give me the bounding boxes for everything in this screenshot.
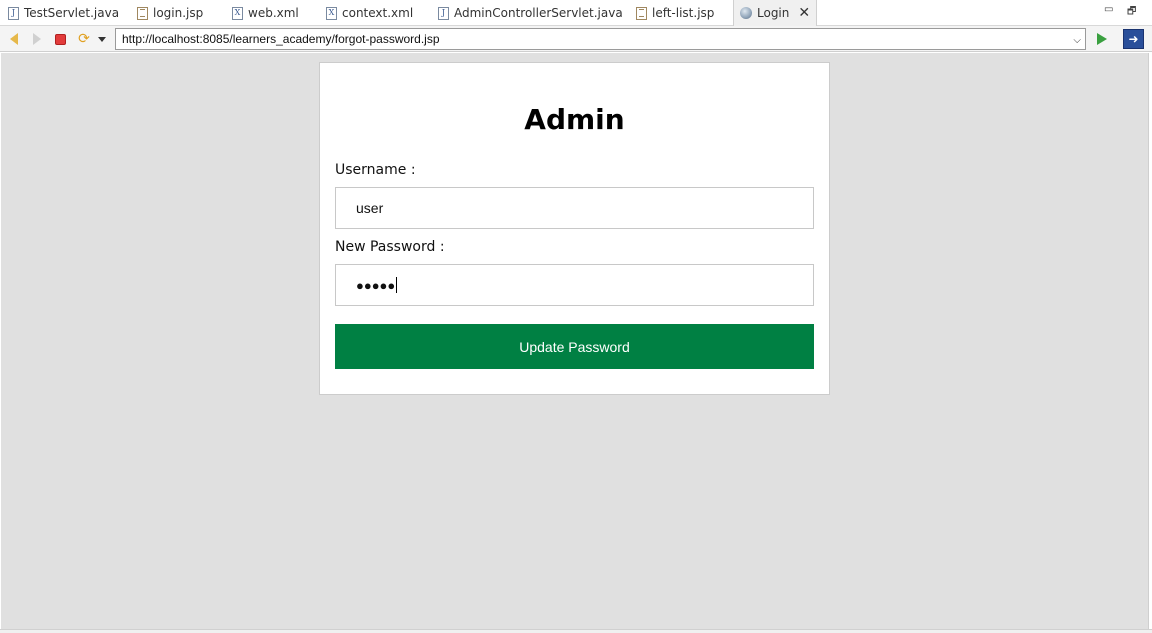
url-text: http://localhost:8085/learners_academy/f…	[122, 32, 440, 46]
tab-label: TestServlet.java	[24, 6, 120, 20]
text-cursor	[396, 277, 398, 293]
open-external-browser-button[interactable]: ➜	[1123, 29, 1144, 49]
java-file-icon: J	[438, 6, 449, 20]
update-password-button[interactable]: Update Password	[335, 324, 814, 369]
tab-login-browser[interactable]: Login ✕	[733, 0, 818, 26]
page-title: Admin	[524, 103, 625, 136]
new-password-input[interactable]: ●●●●●	[335, 264, 814, 306]
status-strip	[0, 629, 1152, 633]
tab-web-xml[interactable]: X web.xml	[232, 0, 299, 26]
back-arrow-icon	[10, 33, 18, 45]
tab-label: AdminControllerServlet.java	[454, 6, 623, 20]
tab-testservlet-java[interactable]: J TestServlet.java	[8, 0, 119, 26]
java-file-icon: J	[8, 6, 19, 20]
back-button[interactable]	[5, 30, 23, 48]
tab-label: left-list.jsp	[652, 6, 715, 20]
forgot-password-card: Admin Username : user New Password : ●●●…	[319, 62, 830, 395]
password-value: ●●●●●	[356, 277, 396, 293]
refresh-icon: ⟳	[78, 31, 90, 47]
jsp-file-icon	[636, 6, 647, 20]
chevron-down-icon	[98, 36, 106, 42]
url-history-dropdown-icon[interactable]: ⌵	[1073, 34, 1081, 48]
play-icon	[1097, 33, 1107, 45]
tab-left-list-jsp[interactable]: left-list.jsp	[636, 0, 714, 26]
username-input[interactable]: user	[335, 187, 814, 229]
new-password-label: New Password :	[335, 239, 445, 255]
refresh-button[interactable]: ⟳	[75, 30, 93, 48]
restore-icon[interactable]: 🗗	[1127, 4, 1136, 21]
minimize-icon[interactable]: ▭	[1104, 4, 1113, 15]
browser-toolbar: ⟳ http://localhost:8085/learners_academy…	[0, 26, 1152, 52]
refresh-dropdown-button[interactable]	[93, 30, 111, 48]
tab-context-xml[interactable]: X context.xml	[326, 0, 413, 26]
close-tab-icon[interactable]: ✕	[798, 6, 810, 20]
tab-label: Login	[757, 6, 790, 20]
tab-admincontrollerservlet-java[interactable]: J AdminControllerServlet.java	[438, 0, 623, 26]
tab-login-jsp[interactable]: login.jsp	[137, 0, 203, 26]
stop-icon	[54, 33, 66, 45]
forward-arrow-icon	[33, 33, 41, 45]
xml-file-icon: X	[326, 6, 337, 20]
forward-button[interactable]	[28, 30, 46, 48]
username-label: Username :	[335, 162, 416, 178]
go-button[interactable]	[1093, 30, 1111, 48]
username-value: user	[356, 200, 384, 216]
tab-label: context.xml	[342, 6, 414, 20]
globe-icon	[740, 7, 752, 19]
xml-file-icon: X	[232, 6, 243, 20]
tab-label: login.jsp	[153, 6, 204, 20]
editor-tab-bar: J TestServlet.java login.jsp X web.xml X…	[0, 0, 1152, 26]
stop-button[interactable]	[51, 30, 69, 48]
url-bar[interactable]: http://localhost:8085/learners_academy/f…	[115, 28, 1086, 50]
jsp-file-icon	[137, 6, 148, 20]
tab-label: web.xml	[248, 6, 299, 20]
